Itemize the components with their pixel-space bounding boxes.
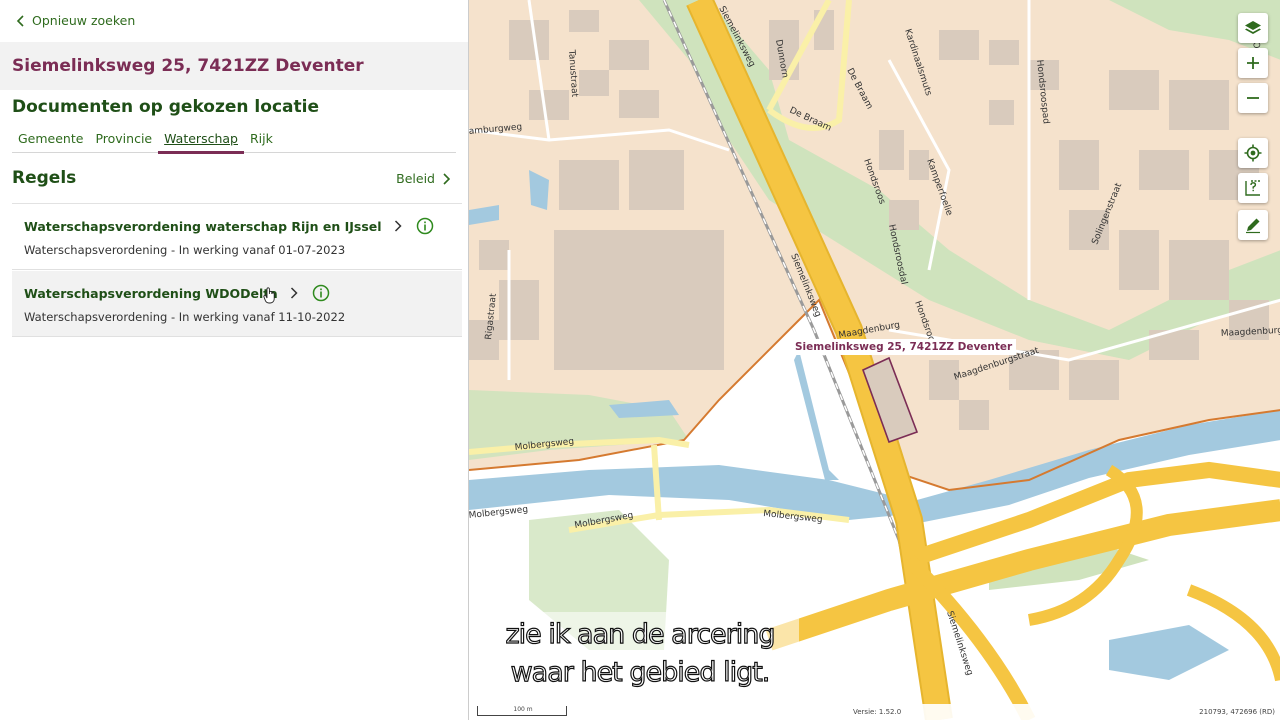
street-label: Kardinaalsmuts (902, 28, 933, 98)
regels-section-header: Regels Beleid (12, 168, 456, 190)
locate-button[interactable] (1238, 138, 1268, 168)
draw-button[interactable] (1238, 210, 1268, 240)
street-label: De Braam (844, 67, 874, 111)
authority-tabs: Gemeente Provincie Waterschap Rijk (12, 127, 456, 154)
tab-waterschap[interactable]: Waterschap (158, 127, 244, 154)
tab-gemeente[interactable]: Gemeente (12, 127, 89, 152)
version-label: Versie: 1.52.0 (853, 708, 902, 716)
locate-icon (1244, 144, 1262, 162)
rule-subtitle: Waterschapsverordening - In werking vana… (24, 310, 346, 324)
tab-rijk[interactable]: Rijk (244, 127, 279, 152)
scale-label: 100 m (513, 706, 533, 713)
zoom-in-icon (1247, 57, 1259, 69)
subtitle-line: waar het gebied ligt. (510, 656, 771, 688)
back-link-label: Opnieuw zoeken (32, 13, 136, 28)
video-subtitle: zie ik aan de arcering waar het gebied l… (481, 612, 799, 696)
zoom-out-icon (1247, 97, 1259, 99)
layers-button[interactable] (1238, 13, 1268, 43)
chevron-right-icon (394, 220, 402, 232)
beleid-label: Beleid (396, 171, 435, 186)
rule-item[interactable]: Waterschapsverordening waterschap Rijn e… (12, 204, 462, 270)
tab-provincie[interactable]: Provincie (89, 127, 158, 152)
query-icon (1245, 180, 1260, 196)
address-header: Siemelinksweg 25, 7421ZZ Deventer (0, 42, 468, 90)
layers-icon (1245, 21, 1261, 34)
documents-title: Documenten op gekozen locatie (12, 97, 319, 117)
search-results-panel: Opnieuw zoeken Siemelinksweg 25, 7421ZZ … (0, 0, 468, 720)
zoom-in-button[interactable] (1238, 48, 1268, 78)
draw-icon (1246, 218, 1260, 234)
hand-cursor-icon (263, 287, 275, 304)
street-label: Kamperfoelie (924, 158, 954, 218)
subtitle-line: zie ik aan de arcering (505, 618, 776, 650)
section-title: Regels (12, 168, 77, 188)
rule-title[interactable]: Waterschapsverordening waterschap Rijn e… (24, 219, 382, 234)
scale-bar: 100 m (477, 706, 567, 716)
location-label: Siemelinksweg 25, 7421ZZ Deventer (791, 339, 1017, 355)
rule-title[interactable]: Waterschapsverordening WDODelta (24, 286, 278, 301)
chevron-right-icon (290, 287, 298, 299)
info-icon[interactable] (416, 217, 434, 235)
chevron-left-icon (16, 14, 24, 27)
back-to-search-link[interactable]: Opnieuw zoeken (16, 13, 135, 28)
query-location-button[interactable] (1238, 173, 1268, 203)
coordinates-label: 210793, 472696 (RD) (1199, 708, 1275, 716)
zoom-out-button[interactable] (1238, 83, 1268, 113)
map-footer: 100 m Versie: 1.52.0 210793, 472696 (RD) (469, 704, 1280, 720)
beleid-link[interactable]: Beleid (396, 171, 450, 186)
rule-item[interactable]: Waterschapsverordening WDODelta Watersch… (12, 271, 462, 337)
chevron-right-icon (443, 172, 450, 185)
rule-subtitle: Waterschapsverordening - In werking vana… (24, 243, 346, 257)
info-icon[interactable] (312, 284, 330, 302)
address-title: Siemelinksweg 25, 7421ZZ Deventer (12, 56, 364, 76)
